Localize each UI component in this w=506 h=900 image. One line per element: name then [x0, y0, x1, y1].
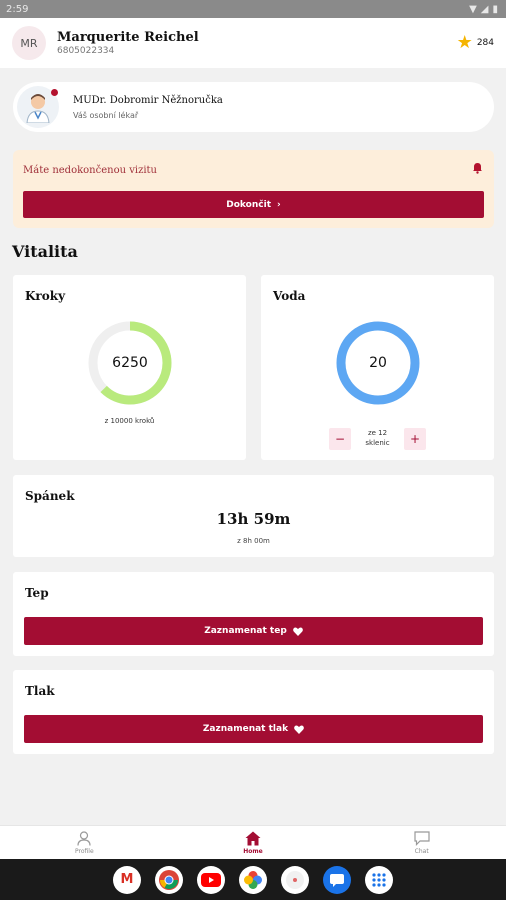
- water-goal: ze 12 sklenic: [351, 429, 404, 449]
- photos-icon[interactable]: [239, 865, 267, 894]
- signal-icon: ◢: [480, 3, 489, 15]
- home-icon: [245, 830, 261, 846]
- nav-home[interactable]: Home: [169, 826, 338, 859]
- heart-icon: [292, 626, 303, 636]
- doctor-info: MUDr. Dobromir Něžnoručka Váš osobní lék…: [73, 95, 223, 120]
- nav-chat[interactable]: Chat: [337, 826, 506, 859]
- points-badge[interactable]: ★ 284: [457, 34, 494, 52]
- doctor-card[interactable]: MUDr. Dobromir Něžnoručka Váš osobní lék…: [13, 82, 494, 132]
- steps-goal: z 10000 kroků: [104, 417, 155, 425]
- record-pulse-button[interactable]: Zaznamenat tep: [24, 617, 483, 645]
- nav-chat-label: Chat: [414, 848, 429, 855]
- doctor-icon: [26, 94, 50, 123]
- sleep-value: 13h 59m: [216, 510, 291, 528]
- doctor-role: Váš osobní lékař: [73, 110, 139, 120]
- gmail-icon[interactable]: M: [113, 865, 141, 894]
- bell-icon: [472, 162, 483, 177]
- finish-visit-button[interactable]: Dokončit ›: [23, 191, 484, 218]
- messages-icon[interactable]: [323, 865, 351, 894]
- nav-profile[interactable]: Profile: [0, 826, 169, 859]
- doctor-name: MUDr. Dobromir Něžnoručka: [73, 94, 223, 106]
- avatar[interactable]: MR: [12, 26, 46, 60]
- user-phone: 6805022334: [57, 46, 115, 56]
- steps-value: 6250: [112, 355, 148, 371]
- water-card: Voda 20 − ze 12 sklenic +: [261, 275, 494, 460]
- user-info: Marquerite Reichel 6805022334: [57, 30, 199, 56]
- steps-card[interactable]: Kroky 6250 z 10000 kroků: [13, 275, 246, 460]
- water-goal-line1: ze 12: [367, 429, 388, 437]
- bottom-nav: Profile Home Chat: [0, 825, 506, 859]
- pulse-card: Tep Zaznamenat tep: [13, 572, 494, 656]
- nav-profile-label: Profile: [75, 848, 94, 855]
- finish-visit-label: Dokončit: [226, 199, 271, 210]
- status-bar: 2:59 ▼ ◢ ▮: [0, 0, 506, 18]
- status-icons: ▼ ◢ ▮: [469, 4, 498, 15]
- app-drawer-icon[interactable]: [365, 865, 393, 894]
- water-decrement-button[interactable]: −: [329, 428, 351, 450]
- user-name: Marquerite Reichel: [57, 30, 199, 45]
- record-pressure-button[interactable]: Zaznamenat tlak: [24, 715, 483, 743]
- points-value: 284: [476, 38, 494, 48]
- nav-home-label: Home: [243, 848, 263, 855]
- pressure-card: Tlak Zaznamenat tlak: [13, 670, 494, 754]
- water-value: 20: [369, 355, 387, 371]
- app-header: MR Marquerite Reichel 6805022334 ★ 284: [0, 18, 506, 68]
- chat-icon: [414, 830, 430, 846]
- person-icon: [77, 830, 91, 846]
- status-time: 2:59: [6, 3, 29, 15]
- record-pulse-label: Zaznamenat tep: [204, 626, 287, 636]
- battery-icon: ▮: [492, 3, 498, 15]
- water-title: Voda: [273, 289, 306, 303]
- camera-icon[interactable]: [281, 865, 309, 894]
- system-dock: M: [0, 859, 506, 900]
- section-title-vitality: Vitalita: [12, 242, 78, 261]
- chrome-icon[interactable]: [155, 865, 183, 894]
- unfinished-visit-alert: Máte nedokončenou vizitu Dokončit ›: [13, 150, 494, 228]
- youtube-icon[interactable]: [197, 865, 225, 894]
- steps-title: Kroky: [25, 289, 66, 303]
- doctor-avatar: [17, 86, 59, 128]
- water-goal-line2: sklenic: [365, 438, 390, 447]
- alert-text: Máte nedokončenou vizitu: [23, 165, 157, 176]
- heart-icon: [294, 724, 304, 734]
- sleep-card[interactable]: Spánek 13h 59m z 8h 00m: [13, 475, 494, 557]
- chevron-right-icon: ›: [277, 199, 281, 210]
- water-increment-button[interactable]: +: [404, 428, 426, 450]
- record-pressure-label: Zaznamenat tlak: [202, 724, 289, 734]
- notification-dot: [51, 89, 58, 96]
- sleep-goal: z 8h 00m: [237, 537, 270, 545]
- wifi-icon: ▼: [469, 3, 477, 15]
- star-icon: ★: [456, 32, 473, 53]
- pressure-title: Tlak: [25, 684, 55, 698]
- sleep-title: Spánek: [25, 489, 75, 503]
- pulse-title: Tep: [25, 586, 49, 600]
